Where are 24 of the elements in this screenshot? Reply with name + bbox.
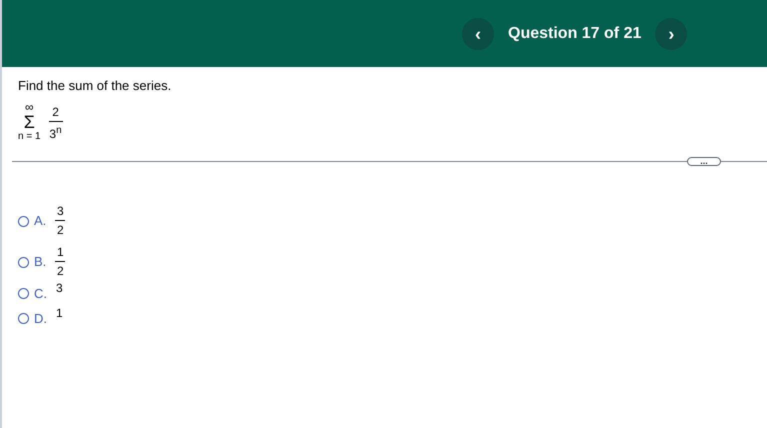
numerator: 2 [52, 105, 59, 119]
option-letter: D. [34, 311, 47, 326]
radio-button[interactable] [18, 313, 29, 324]
previous-question-button[interactable]: ‹ [462, 18, 494, 50]
denominator: 2 [56, 264, 64, 278]
denominator: 3$^{n}$ [49, 124, 62, 141]
sigma-symbol: Σ [24, 113, 35, 131]
answer-value: 1 [56, 306, 63, 320]
option-letter: B. [34, 254, 46, 269]
question-counter: Question 17 of 21 [508, 24, 642, 42]
denominator: 2 [56, 223, 64, 237]
numerator: 1 [56, 245, 64, 259]
next-question-button[interactable]: › [655, 18, 688, 50]
option-letter: A. [34, 213, 46, 228]
upper-limit: ∞ [24, 101, 34, 113]
expand-button[interactable]: ... [687, 157, 721, 166]
answer-value: 3 [56, 281, 63, 295]
radio-button[interactable] [18, 216, 29, 227]
option-letter: C. [34, 286, 47, 301]
radio-button[interactable] [18, 257, 29, 268]
numerator: 3 [56, 204, 64, 218]
lower-limit: n = 1 [18, 131, 41, 143]
question-prompt: Find the sum of the series. [18, 78, 172, 93]
radio-button[interactable] [18, 288, 29, 299]
